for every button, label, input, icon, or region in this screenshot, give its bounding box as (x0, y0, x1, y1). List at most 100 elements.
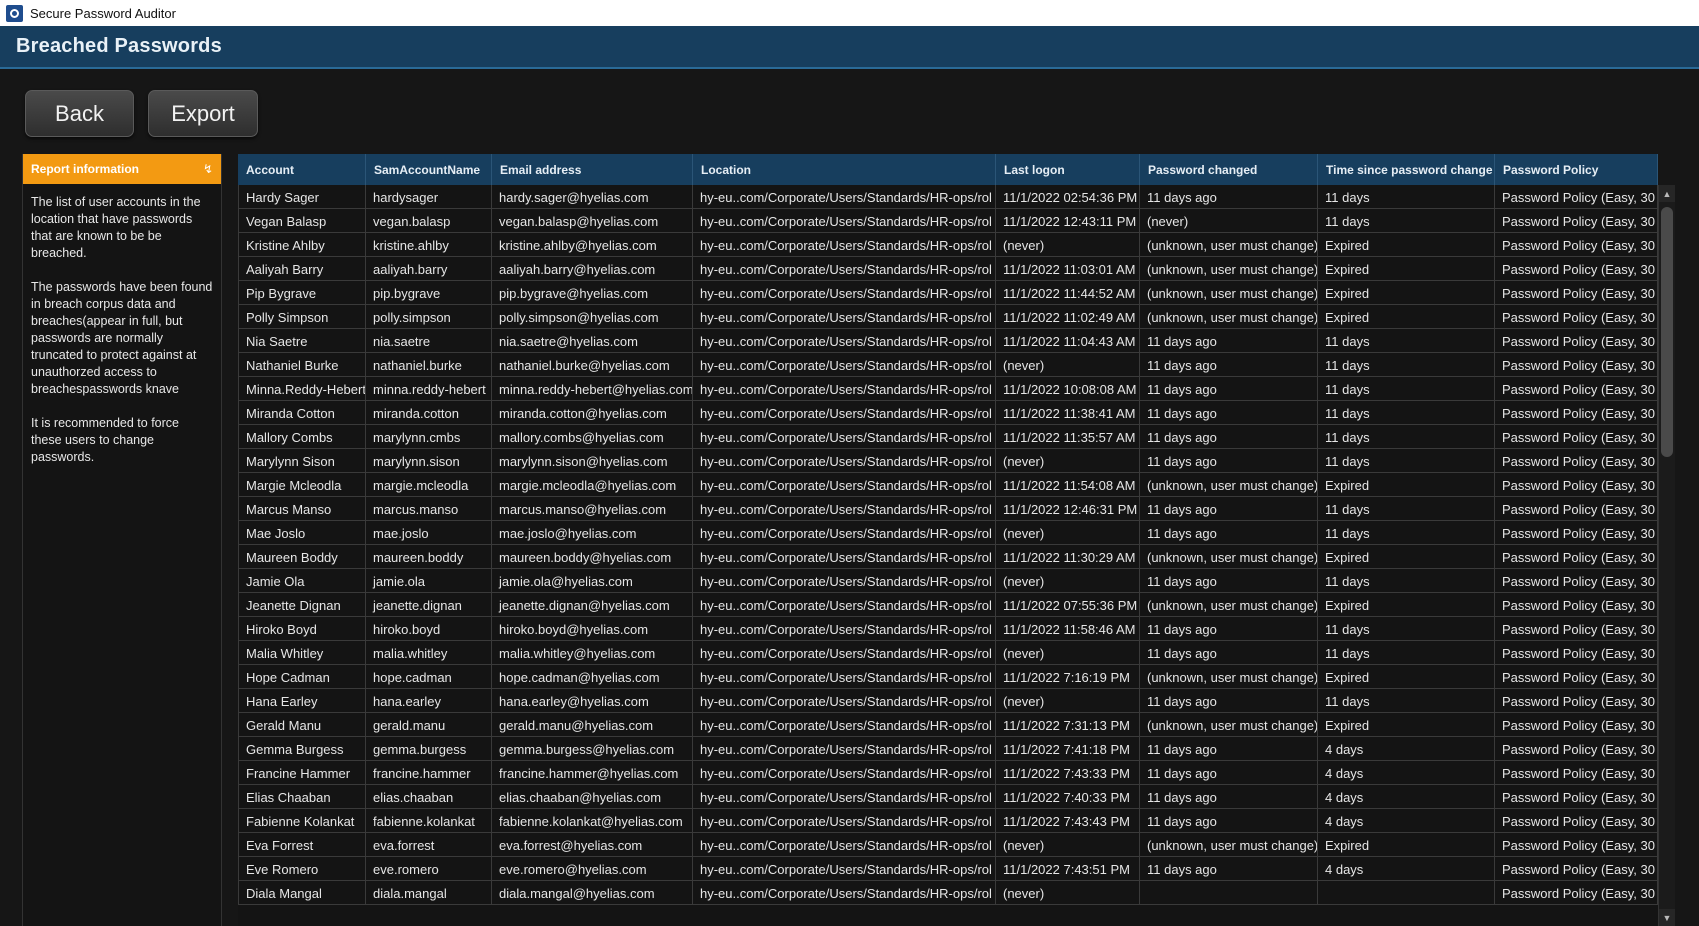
table-cell: minna.reddy-hebert (366, 377, 492, 401)
table-row[interactable]: Hope Cadman hope.cadman hope.cadman@hyelia… (238, 665, 1658, 689)
table-cell: Eva Forrest (238, 833, 366, 857)
table-row[interactable]: Diala Mangal diala.mangal diala.mangal@hye… (238, 881, 1658, 905)
table-row[interactable]: Vegan Balasp vegan.balasp vegan.balasp@hye… (238, 209, 1658, 233)
table-cell: Expired (1318, 257, 1495, 281)
table-cell: Elias Chaaban (238, 785, 366, 809)
table-row[interactable]: Jamie Ola jamie.ola jamie.ola@hyelias.com h… (238, 569, 1658, 593)
table-row[interactable]: Hana Earley hana.earley hana.earley@hyelia… (238, 689, 1658, 713)
table-row[interactable]: Maureen Boddy maureen.boddy maureen.boddy@… (238, 545, 1658, 569)
table-row[interactable]: Marylynn Sison marylynn.sison marylynn.sis… (238, 449, 1658, 473)
table-cell: gerald.manu (366, 713, 492, 737)
table-cell: hy-eu..com/Corporate/Users/Standards/HR-… (693, 617, 996, 641)
column-header[interactable]: Password Policy (1495, 154, 1658, 185)
table-cell: Password Policy (Easy, 30 c (1495, 497, 1658, 521)
table-row[interactable]: Malia Whitley malia.whitley malia.whitley@… (238, 641, 1658, 665)
table-cell: 11 days ago (1140, 185, 1318, 209)
scroll-up-arrow-icon[interactable]: ▲ (1659, 185, 1675, 202)
table-cell: 11 days (1318, 377, 1495, 401)
table-row[interactable]: Kristine Ahlby kristine.ahlby kristine.ahl… (238, 233, 1658, 257)
table-cell: kristine.ahlby (366, 233, 492, 257)
table-row[interactable]: Marcus Manso marcus.manso marcus.manso@hye… (238, 497, 1658, 521)
table-cell: 11 days ago (1140, 353, 1318, 377)
table-cell: Gerald Manu (238, 713, 366, 737)
table-cell: Marylynn Sison (238, 449, 366, 473)
column-header[interactable]: Time since password change (1318, 154, 1495, 185)
table-cell: francine.hammer (366, 761, 492, 785)
page-title: Breached Passwords (16, 35, 222, 57)
table-row[interactable]: Mae Joslo mae.joslo mae.joslo@hyelias.com h… (238, 521, 1658, 545)
table-cell: Diala Mangal (238, 881, 366, 905)
report-information-title: Report information (31, 162, 139, 176)
table-cell: (never) (996, 521, 1140, 545)
table-cell: elias.chaaban (366, 785, 492, 809)
table-cell: 11/1/2022 7:43:43 PM (996, 809, 1140, 833)
table-cell: Password Policy (Easy, 30 c (1495, 569, 1658, 593)
table-cell: hiroko.boyd@hyelias.com (492, 617, 693, 641)
table-cell: 11 days ago (1140, 569, 1318, 593)
table-cell: hy-eu..com/Corporate/Users/Standards/HR-… (693, 857, 996, 881)
table-cell: marcus.manso (366, 497, 492, 521)
table-row[interactable]: Pip Bygrave pip.bygrave pip.bygrave@hyelia… (238, 281, 1658, 305)
column-header[interactable]: Last logon (996, 154, 1140, 185)
table-cell: margie.mcleodla@hyelias.com (492, 473, 693, 497)
table-cell: 11/1/2022 7:43:51 PM (996, 857, 1140, 881)
table-row[interactable]: Eve Romero eve.romero eve.romero@hyelias.c… (238, 857, 1658, 881)
table-cell: 4 days (1318, 785, 1495, 809)
table-row[interactable]: Fabienne Kolankat fabienne.kolankat fabien… (238, 809, 1658, 833)
table-row[interactable]: Jeanette Dignan jeanette.dignan jeanette.d… (238, 593, 1658, 617)
column-header[interactable]: Account (238, 154, 366, 185)
table-row[interactable]: Margie Mcleodla margie.mcleodla margie.mcl… (238, 473, 1658, 497)
table-cell: hy-eu..com/Corporate/Users/Standards/HR-… (693, 761, 996, 785)
table-row[interactable]: Gemma Burgess gemma.burgess gemma.burgess@… (238, 737, 1658, 761)
table-cell: aaliyah.barry@hyelias.com (492, 257, 693, 281)
table-row[interactable]: Nia Saetre nia.saetre nia.saetre@hyelias.c… (238, 329, 1658, 353)
scroll-down-arrow-icon[interactable]: ▼ (1659, 909, 1675, 926)
report-information-header[interactable]: Report information ↯ (23, 154, 221, 184)
export-button[interactable]: Export (148, 90, 258, 137)
table-cell: fabienne.kolankat (366, 809, 492, 833)
scroll-thumb[interactable] (1661, 207, 1673, 457)
table-row[interactable]: Gerald Manu gerald.manu gerald.manu@hyelia… (238, 713, 1658, 737)
vertical-scrollbar[interactable]: ▲ ▼ (1658, 185, 1675, 926)
chevron-collapse-icon[interactable]: ↯ (203, 162, 213, 176)
table-row[interactable]: Hiroko Boyd hiroko.boyd hiroko.boyd@hyelia… (238, 617, 1658, 641)
table-cell: Hardy Sager (238, 185, 366, 209)
column-header[interactable]: Email address (492, 154, 693, 185)
table-row[interactable]: Elias Chaaban elias.chaaban elias.chaaban@… (238, 785, 1658, 809)
window-titlebar: Secure Password Auditor (0, 0, 1699, 26)
column-header[interactable]: Location (693, 154, 996, 185)
table-cell: 11/1/2022 7:40:33 PM (996, 785, 1140, 809)
table-cell: hope.cadman (366, 665, 492, 689)
table-row[interactable]: Nathaniel Burke nathaniel.burke nathaniel.… (238, 353, 1658, 377)
table-cell: Password Policy (Easy, 30 c (1495, 353, 1658, 377)
table-row[interactable]: Minna.Reddy-Hebert minna.reddy-hebert minn… (238, 377, 1658, 401)
table-row[interactable]: Hardy Sager hardysager hardy.sager@hyelias… (238, 185, 1658, 209)
table-cell: hy-eu..com/Corporate/Users/Standards/HR-… (693, 737, 996, 761)
table-cell: Margie Mcleodla (238, 473, 366, 497)
table-row[interactable]: Francine Hammer francine.hammer francine.h… (238, 761, 1658, 785)
table-row[interactable]: Miranda Cotton miranda.cotton miranda.cott… (238, 401, 1658, 425)
table-cell: hy-eu..com/Corporate/Users/Standards/HR-… (693, 545, 996, 569)
table-cell: mallory.combs@hyelias.com (492, 425, 693, 449)
table-row[interactable]: Polly Simpson polly.simpson polly.simpson@… (238, 305, 1658, 329)
table-cell: marylynn.cmbs (366, 425, 492, 449)
table-cell: hy-eu..com/Corporate/Users/Standards/HR-… (693, 401, 996, 425)
table-cell: Hana Earley (238, 689, 366, 713)
table-row[interactable]: Mallory Combs marylynn.cmbs mallory.combs@… (238, 425, 1658, 449)
column-header[interactable]: SamAccountName (366, 154, 492, 185)
table-row[interactable]: Aaliyah Barry aaliyah.barry aaliyah.barry@… (238, 257, 1658, 281)
table-cell (1318, 881, 1495, 905)
table-cell: hy-eu..com/Corporate/Users/Standards/HR-… (693, 209, 996, 233)
column-header[interactable]: Password changed (1140, 154, 1318, 185)
back-button[interactable]: Back (25, 90, 134, 137)
table-cell: (unknown, user must change) (1140, 713, 1318, 737)
table-cell: 11 days (1318, 617, 1495, 641)
table-cell: 11/1/2022 11:54:08 AM (996, 473, 1140, 497)
table-row[interactable]: Eva Forrest eva.forrest eva.forrest@hyelia… (238, 833, 1658, 857)
table-cell: jeanette.dignan@hyelias.com (492, 593, 693, 617)
table-cell: hy-eu..com/Corporate/Users/Standards/HR-… (693, 353, 996, 377)
table-cell: Vegan Balasp (238, 209, 366, 233)
table-cell: Malia Whitley (238, 641, 366, 665)
table-cell: 11 days ago (1140, 449, 1318, 473)
table-cell: nathaniel.burke@hyelias.com (492, 353, 693, 377)
